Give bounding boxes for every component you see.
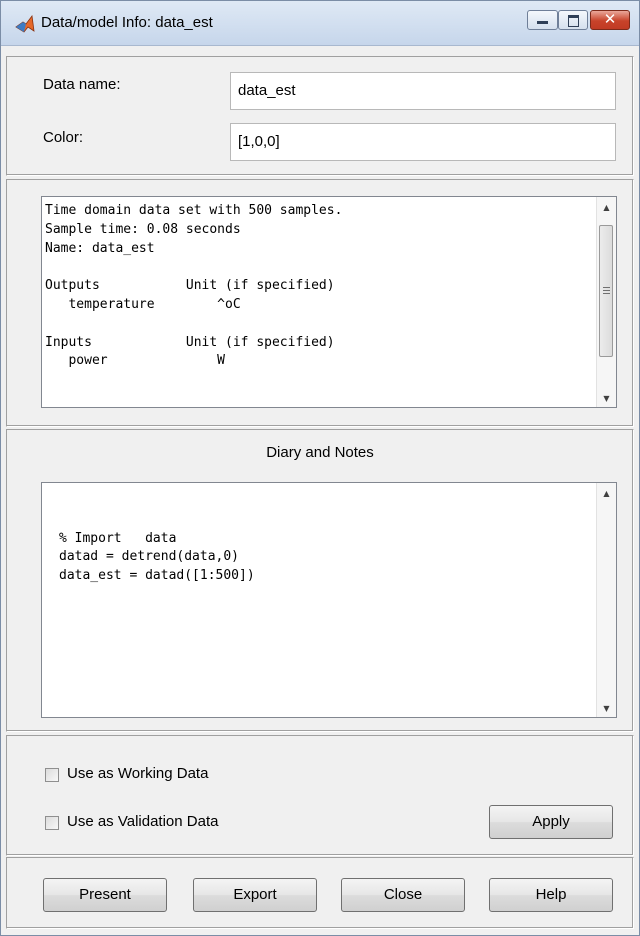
diary-scrollbar[interactable]: ▲ ▼ <box>596 483 616 717</box>
title-bar[interactable]: Data/model Info: data_est ✕ <box>1 1 639 46</box>
close-button[interactable]: Close <box>341 878 465 912</box>
scroll-down-icon[interactable]: ▼ <box>597 704 616 713</box>
properties-panel: Data name: data_est Color: [1,0,0] <box>6 56 634 176</box>
usage-panel: Use as Working Data Use as Validation Da… <box>6 735 634 856</box>
export-button[interactable]: Export <box>193 878 317 912</box>
matlab-logo-icon <box>15 15 35 33</box>
apply-button[interactable]: Apply <box>489 805 613 839</box>
scroll-up-icon[interactable]: ▲ <box>597 489 616 498</box>
diary-panel: Diary and Notes % Import data datad = de… <box>6 429 634 732</box>
diary-textbox[interactable]: % Import data datad = detrend(data,0) da… <box>41 482 617 718</box>
scroll-grip <box>603 287 610 288</box>
present-button[interactable]: Present <box>43 878 167 912</box>
scroll-grip <box>603 290 610 291</box>
help-button[interactable]: Help <box>489 878 613 912</box>
info-panel: Time domain data set with 500 samples. S… <box>6 179 634 427</box>
working-data-checkbox[interactable] <box>45 768 59 782</box>
maximize-button[interactable] <box>558 10 588 30</box>
validation-data-checkbox[interactable] <box>45 816 59 830</box>
diary-text: % Import data datad = detrend(data,0) da… <box>59 530 255 584</box>
minimize-button[interactable] <box>527 10 558 30</box>
diary-title: Diary and Notes <box>266 444 374 461</box>
info-scrollbar[interactable]: ▲ ▼ <box>596 197 616 407</box>
data-model-info-window: Data/model Info: data_est ✕ Data name: d… <box>0 0 640 936</box>
color-field[interactable]: [1,0,0] <box>230 123 616 161</box>
scroll-grip <box>603 293 610 294</box>
data-info-textbox[interactable]: Time domain data set with 500 samples. S… <box>41 196 617 408</box>
close-window-button[interactable]: ✕ <box>590 10 630 30</box>
scroll-down-icon[interactable]: ▼ <box>597 394 616 403</box>
window-title: Data/model Info: data_est <box>41 14 213 31</box>
scroll-thumb[interactable] <box>599 225 613 357</box>
data-info-text: Time domain data set with 500 samples. S… <box>45 203 343 369</box>
scroll-up-icon[interactable]: ▲ <box>597 203 616 212</box>
data-name-label: Data name: <box>43 76 121 93</box>
footer-panel: Present Export Close Help <box>6 857 634 929</box>
data-name-field[interactable]: data_est <box>230 72 616 110</box>
validation-data-label[interactable]: Use as Validation Data <box>67 813 218 830</box>
color-label: Color: <box>43 129 84 146</box>
working-data-label[interactable]: Use as Working Data <box>67 765 208 782</box>
close-icon: ✕ <box>603 10 617 28</box>
